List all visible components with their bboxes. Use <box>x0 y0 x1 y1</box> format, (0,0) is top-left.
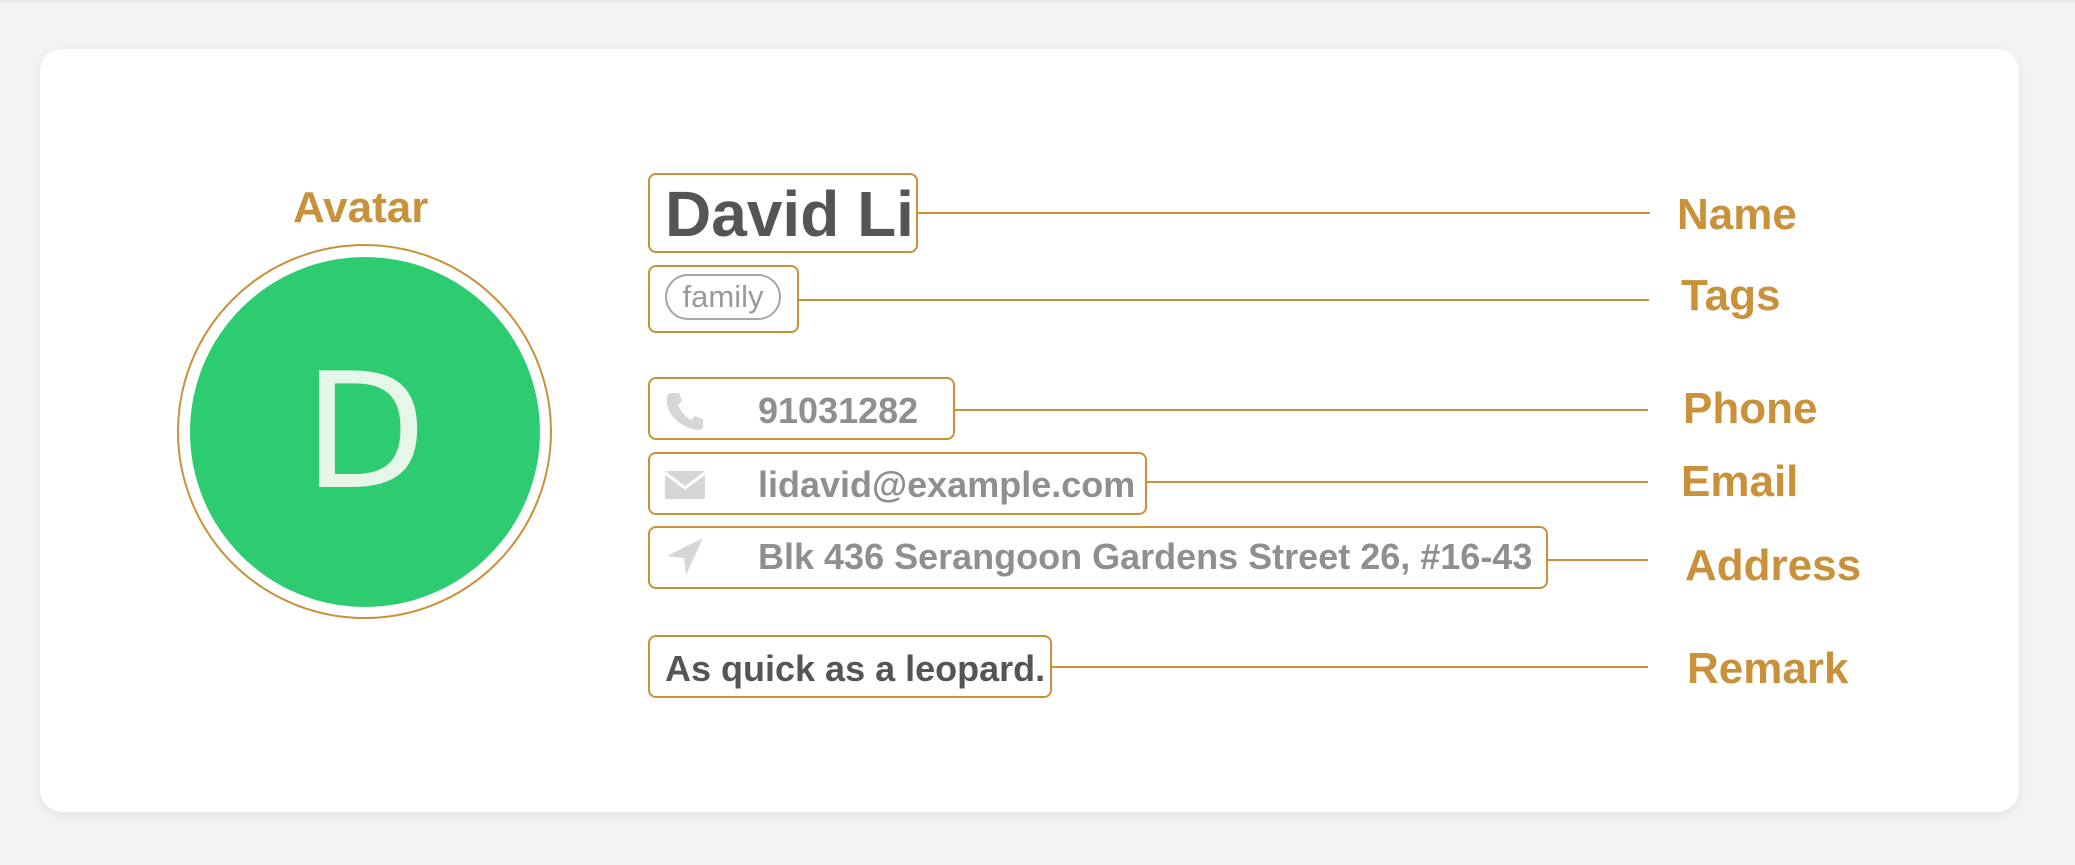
tags-connector <box>798 299 1649 301</box>
name-connector <box>917 212 1650 214</box>
phone-number: 91031282 <box>758 390 919 431</box>
person-name: David Li <box>665 178 914 250</box>
avatar: D <box>190 257 540 607</box>
top-strip <box>0 0 2075 3</box>
avatar-initial: D <box>303 338 427 525</box>
phone-connector <box>954 409 1648 411</box>
name-callout: Name <box>1677 190 1797 239</box>
remark-callout: Remark <box>1687 644 1849 693</box>
phone-icon <box>666 393 703 430</box>
tag-family: family <box>665 274 781 320</box>
email-callout: Email <box>1681 457 1799 506</box>
remark-connector <box>1051 666 1648 668</box>
phone-callout: Phone <box>1683 384 1818 433</box>
email-address: lidavid@example.com <box>758 464 1136 505</box>
address-text: Blk 436 Serangoon Gardens Street 26, #16… <box>758 536 1533 577</box>
tags-callout: Tags <box>1681 271 1781 320</box>
address-connector <box>1547 559 1648 561</box>
remark-text: As quick as a leopard. <box>665 648 1046 689</box>
avatar-callout: Avatar <box>293 183 429 232</box>
email-connector <box>1146 481 1648 483</box>
address-callout: Address <box>1685 541 1862 590</box>
location-arrow-icon <box>667 538 703 575</box>
envelope-icon <box>664 471 706 499</box>
